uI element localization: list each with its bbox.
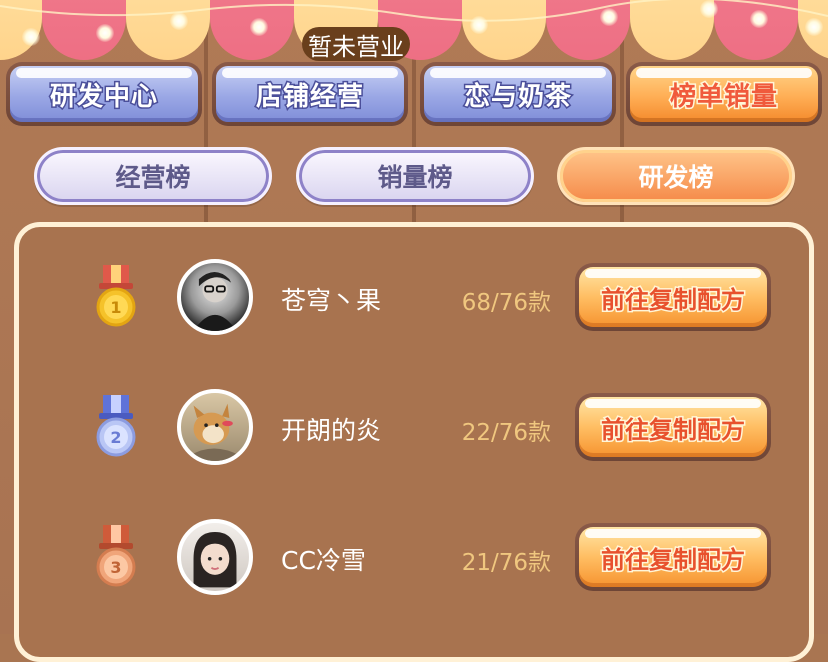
player-name: 开朗的炎	[281, 416, 382, 445]
button-label: 前往复制配方	[600, 284, 747, 315]
button-label: 前往复制配方	[600, 544, 747, 575]
ranking-panel: 1 苍穹丶果 68/76款 前往复制配方 2 开朗的炎 22/76款 前往复制配…	[14, 222, 814, 662]
shop-awning	[0, 0, 828, 62]
avatar[interactable]	[177, 519, 253, 595]
tab-label: 研发中心	[48, 80, 158, 113]
tab-label: 恋与奶茶	[462, 80, 572, 113]
avatar[interactable]	[177, 389, 253, 465]
recipe-count: 21/76款	[461, 550, 551, 576]
copy-recipe-button[interactable]: 前往复制配方	[575, 523, 771, 591]
player-name: 苍穹丶果	[281, 286, 382, 315]
subtab-sales-rank[interactable]: 销量榜	[296, 147, 534, 205]
tab-label: 店铺经营	[254, 80, 364, 113]
subtab-operations-rank[interactable]: 经营榜	[34, 147, 272, 205]
tab-love-and-milk-tea[interactable]: 恋与奶茶	[420, 62, 616, 126]
gold-medal-icon: 1	[96, 265, 136, 327]
medal-rank: 2	[110, 428, 121, 447]
medal-rank: 1	[110, 298, 121, 317]
subtab-label: 经营榜	[115, 163, 191, 192]
tab-research-center[interactable]: 研发中心	[6, 62, 202, 126]
ranking-row: 1 苍穹丶果 68/76款 前往复制配方	[19, 257, 819, 337]
tab-label: 榜单销量	[668, 80, 778, 113]
status-badge: 暂未营业	[302, 27, 410, 61]
subtab-label: 研发榜	[638, 163, 714, 192]
copy-recipe-button[interactable]: 前往复制配方	[575, 393, 771, 461]
button-label: 前往复制配方	[600, 414, 747, 445]
ranking-row: 2 开朗的炎 22/76款 前往复制配方	[19, 387, 819, 467]
player-name: CC冷雪	[281, 546, 366, 575]
subtab-research-rank[interactable]: 研发榜	[557, 147, 795, 205]
recipe-count: 22/76款	[461, 420, 551, 446]
avatar[interactable]	[177, 259, 253, 335]
silver-medal-icon: 2	[96, 395, 136, 457]
bronze-medal-icon: 3	[96, 525, 136, 587]
recipe-count: 68/76款	[461, 290, 551, 316]
tab-store-operations[interactable]: 店铺经营	[212, 62, 408, 126]
subtab-label: 销量榜	[377, 163, 453, 192]
ranking-row: 3 CC冷雪 21/76款 前往复制配方	[19, 517, 819, 597]
tab-leaderboard-sales[interactable]: 榜单销量	[626, 62, 822, 126]
copy-recipe-button[interactable]: 前往复制配方	[575, 263, 771, 331]
medal-rank: 3	[110, 558, 121, 577]
